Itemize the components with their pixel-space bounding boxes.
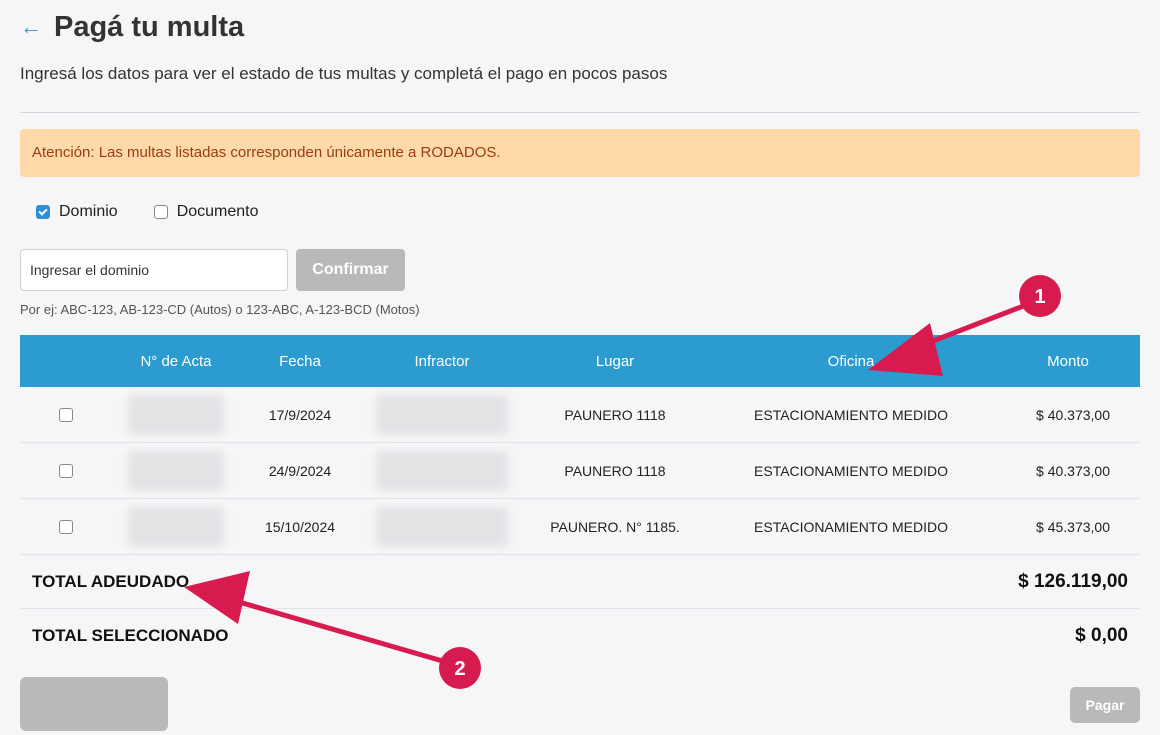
table-row: 24/9/2024 PAUNERO 1118 ESTACIONAMIENTO M…: [20, 443, 1140, 499]
cell-oficina: ESTACIONAMIENTO MEDIDO: [754, 518, 948, 535]
checkbox-checked-icon[interactable]: [36, 205, 50, 219]
cell-oficina: ESTACIONAMIENTO MEDIDO: [754, 462, 948, 479]
row-checkbox[interactable]: [59, 463, 73, 478]
cell-oficina: ESTACIONAMIENTO MEDIDO: [754, 406, 948, 423]
input-hint: Por ej: ABC-123, AB-123-CD (Autos) o 123…: [20, 302, 420, 317]
option-label: Documento: [176, 203, 259, 220]
confirm-button[interactable]: Confirmar: [296, 249, 405, 291]
annotation-badge-1: [1019, 275, 1061, 317]
redacted-acta: [128, 506, 224, 547]
option-dominio[interactable]: Dominio: [36, 203, 118, 221]
redacted-infractor: [376, 450, 508, 491]
header-oficina: Oficina: [827, 352, 875, 370]
alert-banner: Atención: Las multas listadas correspond…: [20, 129, 1140, 177]
arrow-left-icon[interactable]: ←: [20, 9, 42, 45]
cell-monto: $ 40.373,00: [1036, 462, 1110, 479]
total-adeudado-label: TOTAL ADEUDADO: [32, 571, 190, 591]
option-documento[interactable]: Documento: [153, 203, 259, 221]
header-lugar: Lugar: [595, 352, 635, 370]
pay-button[interactable]: Pagar: [1070, 687, 1140, 723]
cell-monto: $ 40.373,00: [1036, 406, 1110, 423]
redacted-acta: [128, 394, 224, 435]
domain-input[interactable]: [20, 249, 288, 291]
cell-fecha: 24/9/2024: [268, 462, 332, 479]
secondary-button[interactable]: [20, 677, 168, 731]
row-checkbox[interactable]: [59, 519, 73, 534]
header-monto: Monto: [1047, 352, 1089, 370]
search-type-options: Dominio Documento: [36, 203, 295, 221]
checkbox-icon[interactable]: [153, 205, 168, 219]
total-adeudado-value: $ 126.119,00: [1018, 570, 1128, 592]
cell-fecha: 17/9/2024: [268, 406, 332, 423]
page-header: ← Pagá tu multa: [20, 8, 244, 46]
table-row: 15/10/2024 PAUNERO. N° 1185. ESTACIONAMI…: [20, 499, 1140, 555]
redacted-acta: [128, 450, 224, 491]
page-title: Pagá tu multa: [54, 11, 245, 43]
header-fecha: Fecha: [279, 352, 321, 370]
page-subtitle: Ingresá los datos para ver el estado de …: [20, 64, 668, 83]
divider: [20, 112, 1140, 113]
option-label: Dominio: [59, 203, 118, 220]
cell-lugar: PAUNERO 1118: [564, 406, 666, 423]
total-seleccionado-label: TOTAL SELECCIONADO: [32, 626, 229, 645]
cell-fecha: 15/10/2024: [264, 518, 336, 535]
table-row: 17/9/2024 PAUNERO 1118 ESTACIONAMIENTO M…: [20, 387, 1140, 443]
header-infractor: Infractor: [414, 352, 470, 370]
total-seleccionado-row: TOTAL SELECCIONADO $ 0,00: [20, 609, 1140, 663]
header-acta: N° de Acta: [140, 352, 212, 370]
annotation-badge-1-label: 1: [1034, 286, 1045, 308]
cell-lugar: PAUNERO. N° 1185.: [550, 518, 680, 535]
fines-table: N° de Acta Fecha Infractor Lugar Oficina…: [20, 335, 1140, 663]
total-adeudado-row: TOTAL ADEUDADO $ 126.119,00: [20, 555, 1140, 609]
total-seleccionado-value: $ 0,00: [1075, 625, 1128, 646]
cell-monto: $ 45.373,00: [1036, 518, 1110, 535]
row-checkbox[interactable]: [59, 407, 73, 422]
redacted-infractor: [376, 506, 508, 547]
cell-lugar: PAUNERO 1118: [564, 462, 666, 479]
table-header: N° de Acta Fecha Infractor Lugar Oficina…: [20, 335, 1140, 387]
redacted-infractor: [376, 394, 508, 435]
